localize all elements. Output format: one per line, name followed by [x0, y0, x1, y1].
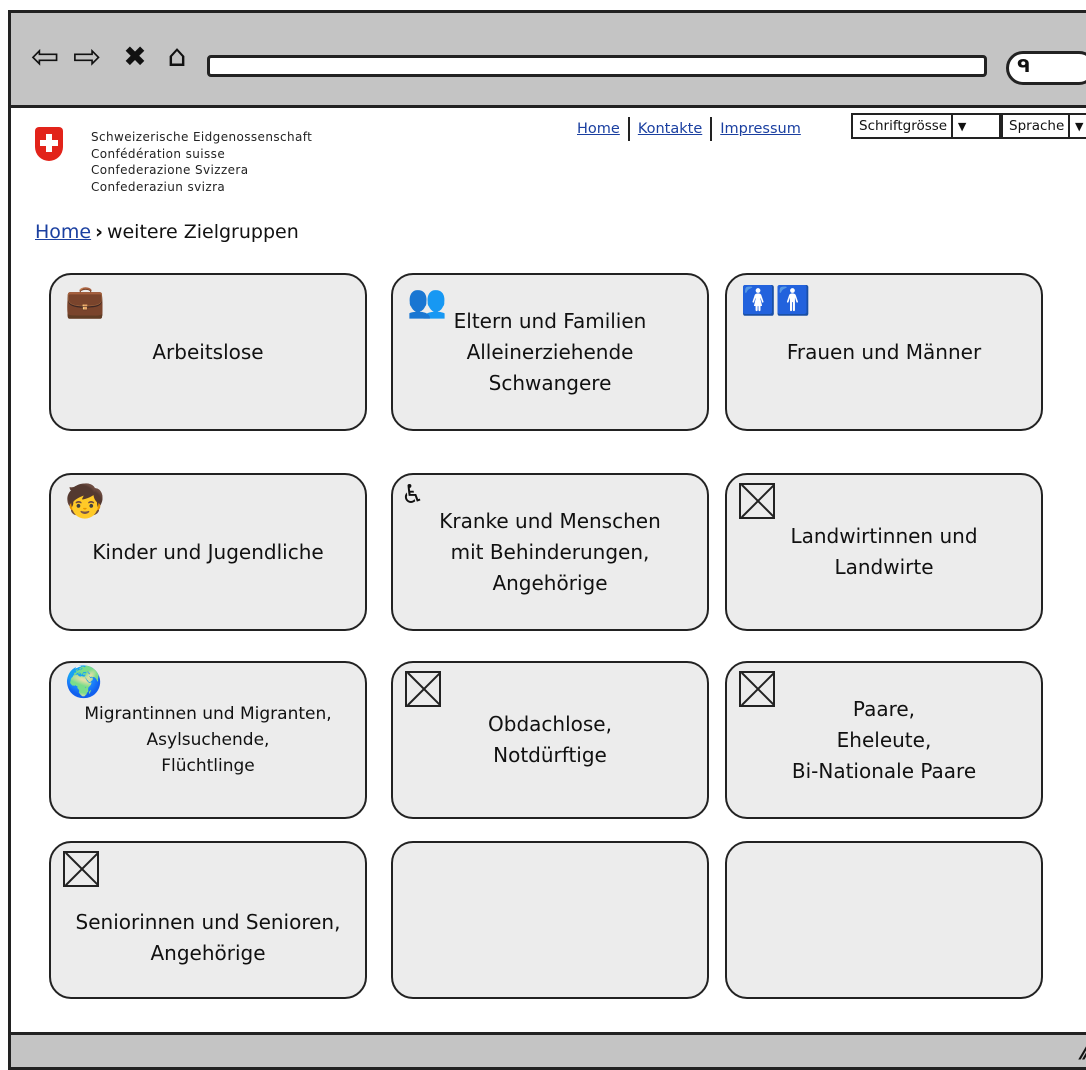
tile-empty[interactable] — [725, 841, 1043, 999]
tile-label — [393, 843, 707, 997]
forward-arrow-icon[interactable]: ⇨ — [67, 37, 107, 77]
tile-label: Landwirtinnen und Landwirte — [790, 524, 978, 579]
language-label: Sprache — [1009, 118, 1065, 134]
browser-window: ⇦ ⇨ ✖ ⌂ ᑫ Schweizerische Eidgenossenscha… — [8, 10, 1086, 1070]
back-arrow-icon[interactable]: ⇦ — [25, 37, 65, 77]
tile-empty[interactable] — [391, 841, 709, 999]
chevron-down-icon: ▼ — [951, 115, 971, 137]
browser-toolbar: ⇦ ⇨ ✖ ⌂ ᑫ — [11, 13, 1086, 108]
tile-frauen-maenner[interactable]: 🚺🚹 Frauen und Männer — [725, 273, 1043, 431]
address-bar[interactable] — [207, 55, 987, 77]
chevron-right-icon: › — [95, 221, 103, 243]
tile-label: Kinder und Jugendliche — [92, 539, 324, 564]
home-icon[interactable]: ⌂ — [157, 37, 197, 77]
chevron-down-icon: ▼ — [1068, 115, 1086, 137]
logo-line-it: Confederazione Svizzera — [91, 163, 249, 177]
tile-label: Kranke und Menschen mit Behinderungen, A… — [439, 508, 661, 595]
site-logo-text: Schweizerische Eidgenossenschaft Confédé… — [91, 129, 312, 195]
tile-label: Eltern und Familien Alleinerziehende Sch… — [453, 308, 647, 395]
tile-label: Migrantinnen und Migranten, Asylsuchende… — [84, 704, 332, 776]
breadcrumb-current: weitere Zielgruppen — [106, 221, 299, 243]
font-size-label: Schriftgrösse — [859, 118, 948, 134]
tile-label: Obdachlose, Notdürftige — [488, 712, 612, 767]
tile-kinder-jugendliche[interactable]: 🧒 Kinder und Jugendliche — [49, 473, 367, 631]
nav-kontakte-link[interactable]: Kontakte — [630, 121, 710, 137]
tile-label: Arbeitslose — [152, 339, 264, 364]
logo-line-rm: Confederaziun svizra — [91, 179, 226, 194]
resize-grip-icon[interactable]: ⁄⁄ — [1083, 1040, 1086, 1065]
nav-home-link[interactable]: Home — [569, 121, 628, 137]
breadcrumb-home-link[interactable]: Home — [35, 221, 91, 243]
tile-paare[interactable]: Paare, Eheleute, Bi-Nationale Paare — [725, 661, 1043, 819]
search-field[interactable]: ᑫ — [1006, 51, 1086, 85]
language-dropdown[interactable]: Sprache ▼ — [1001, 113, 1086, 139]
tile-label — [727, 843, 1041, 997]
swiss-cross-logo[interactable] — [35, 127, 63, 161]
tile-kranke-behinderungen[interactable]: ♿ Kranke und Menschen mit Behinderungen,… — [391, 473, 709, 631]
tile-migranten[interactable]: 🌍 Migrantinnen und Migranten, Asylsuchen… — [49, 661, 367, 819]
breadcrumb: Home › weitere Zielgruppen — [35, 221, 299, 243]
tile-label: Paare, Eheleute, Bi-Nationale Paare — [791, 696, 977, 783]
font-size-dropdown[interactable]: Schriftgrösse ▼ — [851, 113, 1001, 139]
tile-obdachlose[interactable]: Obdachlose, Notdürftige — [391, 661, 709, 819]
tile-eltern-familien[interactable]: 👥 Eltern und Familien Alleinerziehende S… — [391, 273, 709, 431]
logo-line-de: Schweizerische Eidgenossenschaft — [91, 130, 313, 144]
logo-line-fr: Confédération suisse — [91, 146, 226, 161]
tile-landwirte[interactable]: Landwirtinnen und Landwirte — [725, 473, 1043, 631]
tile-senioren[interactable]: Seniorinnen und Senioren, Angehörige — [49, 841, 367, 999]
search-icon: ᑫ — [1017, 56, 1031, 77]
nav-impressum-link[interactable]: Impressum — [712, 121, 809, 137]
tile-label: Seniorinnen und Senioren, Angehörige — [75, 910, 341, 965]
top-nav: Home Kontakte Impressum — [569, 117, 809, 141]
close-icon[interactable]: ✖ — [115, 37, 155, 77]
tile-arbeitslose[interactable]: 💼 Arbeitslose — [49, 273, 367, 431]
status-bar: ⁄⁄ — [11, 1032, 1086, 1067]
tile-label: Frauen und Männer — [786, 339, 982, 364]
